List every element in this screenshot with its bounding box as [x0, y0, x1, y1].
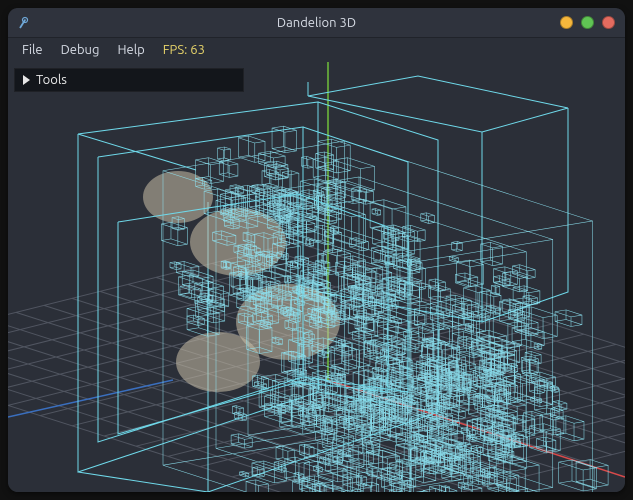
window-controls	[560, 8, 615, 37]
menu-debug[interactable]: Debug	[53, 41, 108, 59]
menu-help[interactable]: Help	[109, 41, 152, 59]
menu-file[interactable]: File	[14, 41, 51, 59]
fps-counter: FPS: 63	[155, 41, 213, 59]
scene-canvas[interactable]	[8, 62, 625, 492]
axis-z-line	[8, 380, 173, 417]
expand-icon	[23, 75, 30, 85]
tools-panel-title: Tools	[36, 73, 67, 87]
minimize-button[interactable]	[560, 16, 573, 29]
tools-panel-header[interactable]: Tools	[15, 69, 243, 91]
app-icon	[18, 16, 32, 30]
close-button[interactable]	[602, 16, 615, 29]
tools-panel[interactable]: Tools	[14, 68, 244, 92]
model-wireframe	[161, 126, 608, 492]
window-title: Dandelion 3D	[8, 16, 625, 30]
viewport[interactable]: Tools	[8, 62, 625, 492]
maximize-button[interactable]	[581, 16, 594, 29]
titlebar[interactable]: Dandelion 3D	[8, 8, 625, 38]
menubar: File Debug Help FPS: 63	[8, 38, 625, 62]
app-window: Dandelion 3D File Debug Help FPS: 63	[8, 8, 625, 492]
